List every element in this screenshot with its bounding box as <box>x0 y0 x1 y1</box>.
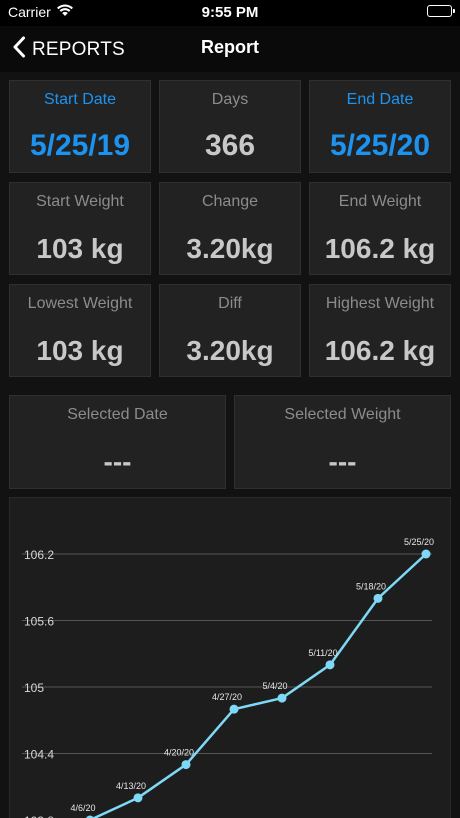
selected-date-value: --- <box>103 446 132 477</box>
data-label: 4/20/20 <box>164 748 194 758</box>
highest-weight-label: Highest Weight <box>325 295 435 312</box>
lowest-weight-value: 103 kg <box>36 335 124 366</box>
lowest-weight-card: Lowest Weight 103 kg <box>9 284 151 377</box>
highest-weight-card: Highest Weight 106.2 kg <box>309 284 451 377</box>
data-label: 4/13/20 <box>116 781 146 791</box>
clock-time: 9:55 PM <box>201 4 259 21</box>
data-point[interactable] <box>325 660 335 670</box>
navigation-bar: REPORTS Report <box>0 26 460 72</box>
start-date-value: 5/25/19 <box>29 129 131 162</box>
end-date-label: End Date <box>346 91 414 108</box>
status-bar: Carrier 9:55 PM <box>0 0 460 26</box>
data-point[interactable] <box>181 760 191 770</box>
end-date-card[interactable]: End Date 5/25/20 <box>309 80 451 173</box>
selected-date-card: Selected Date --- <box>9 395 226 489</box>
selected-weight-card: Selected Weight --- <box>234 395 451 489</box>
data-label: 5/4/20 <box>262 681 287 691</box>
data-label: 4/27/20 <box>212 692 242 702</box>
highest-weight-value: 106.2 kg <box>324 335 436 366</box>
start-weight-card: Start Weight 103 kg <box>9 182 151 275</box>
start-weight-label: Start Weight <box>36 193 124 210</box>
data-point[interactable] <box>421 549 431 559</box>
days-value: 366 <box>204 129 256 162</box>
battery-icon <box>427 5 455 17</box>
start-weight-value: 103 kg <box>36 233 124 264</box>
change-value: 3.20kg <box>186 233 274 264</box>
lowest-weight-label: Lowest Weight <box>27 295 133 312</box>
data-label: 5/25/20 <box>404 537 434 547</box>
y-tick-label: 104.4 <box>24 748 54 762</box>
data-point[interactable] <box>133 793 143 803</box>
end-weight-label: End Weight <box>338 193 422 210</box>
end-weight-card: End Weight 106.2 kg <box>309 182 451 275</box>
y-tick-label: 105.6 <box>24 615 54 629</box>
diff-value: 3.20kg <box>186 335 274 366</box>
data-point[interactable] <box>229 704 239 714</box>
data-label: 4/6/20 <box>70 803 95 813</box>
end-date-value: 5/25/20 <box>329 129 431 162</box>
page-title: Report <box>201 37 259 57</box>
days-label: Days <box>211 91 249 108</box>
change-label: Change <box>201 193 259 210</box>
diff-label: Diff <box>218 295 242 312</box>
change-card: Change 3.20kg <box>159 182 301 275</box>
days-card: Days 366 <box>159 80 301 173</box>
data-point[interactable] <box>277 693 287 703</box>
selected-weight-label: Selected Weight <box>284 406 401 423</box>
weight-line-chart[interactable]: 106.2 105.6 105 104.4 103.8 4/6/20 4/13/20 4/20… <box>10 498 452 818</box>
data-label: 5/11/20 <box>308 648 337 658</box>
data-point[interactable] <box>373 593 383 603</box>
selected-date-label: Selected Date <box>67 406 168 423</box>
data-label: 5/18/20 <box>356 581 386 591</box>
diff-card: Diff 3.20kg <box>159 284 301 377</box>
y-tick-label: 105 <box>24 681 44 695</box>
end-weight-value: 106.2 kg <box>324 233 436 264</box>
selected-weight-value: --- <box>328 446 357 477</box>
start-date-label: Start Date <box>43 91 117 108</box>
start-date-card[interactable]: Start Date 5/25/19 <box>9 80 151 173</box>
series-line <box>91 553 427 818</box>
y-tick-label: 103.8 <box>24 814 54 818</box>
weight-chart-card[interactable]: 106.2 105.6 105 104.4 103.8 4/6/20 4/13/20 4/20… <box>9 497 451 818</box>
y-tick-label: 106.2 <box>24 548 54 562</box>
